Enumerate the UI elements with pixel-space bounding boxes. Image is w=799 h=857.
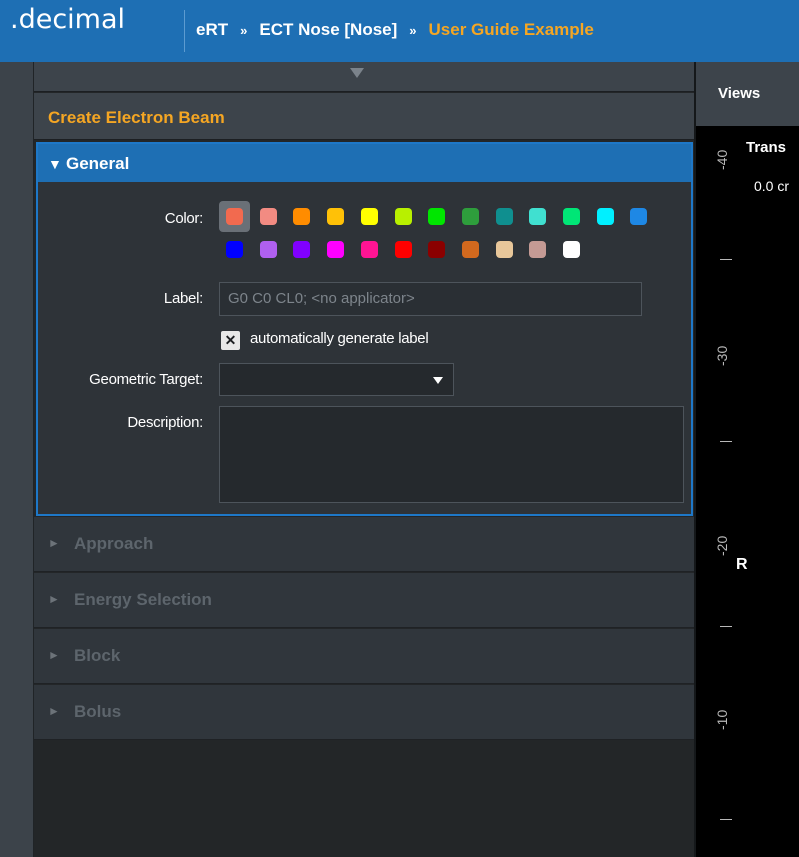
color-swatch[interactable] [428,241,446,258]
tab-views-label: Views [718,85,761,102]
geometric-target-label: Geometric Target: [89,371,203,388]
expanded-triangle-icon: ▼ [48,156,62,172]
section-approach[interactable]: ► Approach [34,517,694,572]
general-section: ▼ General Color: Label: G0 C0 CL0; <no a… [36,142,693,516]
section-energy-selection[interactable]: ► Energy Selection [34,573,694,628]
label-input[interactable]: G0 C0 CL0; <no applicator> [219,282,642,316]
color-swatch[interactable] [563,208,580,225]
collapsed-triangle-icon: ► [48,592,60,606]
breadcrumb-separator: » [409,23,417,38]
color-swatch[interactable] [360,241,378,258]
left-strip [0,62,34,857]
breadcrumb-current: User Guide Example [428,20,594,39]
color-swatch[interactable] [259,241,277,258]
collapsed-triangle-icon: ► [48,648,60,662]
section-block[interactable]: ► Block [34,629,694,684]
ruler-label: -20 [714,535,730,556]
panel-title-bar: Create Electron Beam [34,93,694,140]
general-section-header[interactable]: ▼ General [38,144,691,182]
chevron-down-icon [433,377,443,384]
color-swatch[interactable] [327,208,345,225]
color-swatch[interactable] [630,208,648,225]
color-label: Color: [164,210,204,227]
ruler-label: -40 [714,149,730,170]
color-swatch[interactable] [529,241,547,258]
vertical-ruler: -40 -30 -20 -10 [696,126,732,857]
collapsed-triangle-icon: ► [48,536,60,550]
color-swatch[interactable] [461,208,479,225]
geometric-target-select[interactable] [219,363,454,396]
label-field-label: Label: [163,290,203,307]
description-textarea[interactable] [219,406,684,503]
ruler-tick [720,819,732,820]
section-block-title: Block [74,646,121,665]
view-slice-position: 0.0 cr [754,178,790,194]
top-bar: .decimal eRT » ECT Nose [Nose] » User Guide … [0,0,799,62]
color-swatch[interactable] [394,208,412,225]
ruler-label: -30 [714,345,730,366]
color-swatch[interactable] [327,241,345,258]
color-swatch[interactable] [394,241,412,258]
create-beam-panel: Create Electron Beam ▼ General Color: La… [34,62,694,857]
collapse-arrow-icon[interactable] [350,68,364,78]
color-swatch[interactable] [428,208,446,225]
views-panel: Views -40 -30 -20 -10 Trans 0.0 cr R [696,62,799,857]
color-swatch[interactable] [563,241,580,258]
color-swatch[interactable] [226,208,243,225]
color-swatch[interactable] [293,208,311,225]
breadcrumb-separator: » [240,23,248,38]
ruler-label: -10 [714,709,730,730]
section-energy-selection-title: Energy Selection [74,590,212,609]
color-swatch[interactable] [596,208,614,225]
logo-separator [184,10,185,52]
color-swatch[interactable] [226,241,243,258]
color-swatch[interactable] [495,208,513,225]
section-bolus[interactable]: ► Bolus [34,685,694,740]
color-swatch[interactable] [293,241,311,258]
ruler-tick [720,259,732,260]
breadcrumb-item-ert[interactable]: eRT [196,20,228,39]
collapsed-triangle-icon: ► [48,704,60,718]
breadcrumb: eRT » ECT Nose [Nose] » User Guide Example [196,20,594,40]
tab-views[interactable]: Views [696,62,796,126]
description-label: Description: [127,414,203,431]
general-section-title: General [66,154,130,173]
auto-label-text[interactable]: automatically generate label [250,330,429,347]
app-logo[interactable]: .decimal [10,4,125,35]
color-swatch[interactable] [360,208,378,225]
color-swatch[interactable] [495,241,513,258]
ruler-tick [720,626,732,627]
auto-label-checkbox[interactable]: ✕ [221,331,240,350]
views-tab-bar: Views [696,62,799,126]
ruler-tick [720,441,732,442]
color-swatch[interactable] [461,241,479,258]
panel-title: Create Electron Beam [48,108,225,127]
collapse-bar[interactable] [34,62,694,92]
breadcrumb-item-patient[interactable]: ECT Nose [Nose] [259,20,397,39]
color-swatch[interactable] [259,208,277,225]
section-approach-title: Approach [74,534,154,553]
color-swatch[interactable] [529,208,547,225]
view-title: Trans [746,139,787,156]
orientation-marker: R [736,556,748,573]
section-bolus-title: Bolus [74,702,122,721]
